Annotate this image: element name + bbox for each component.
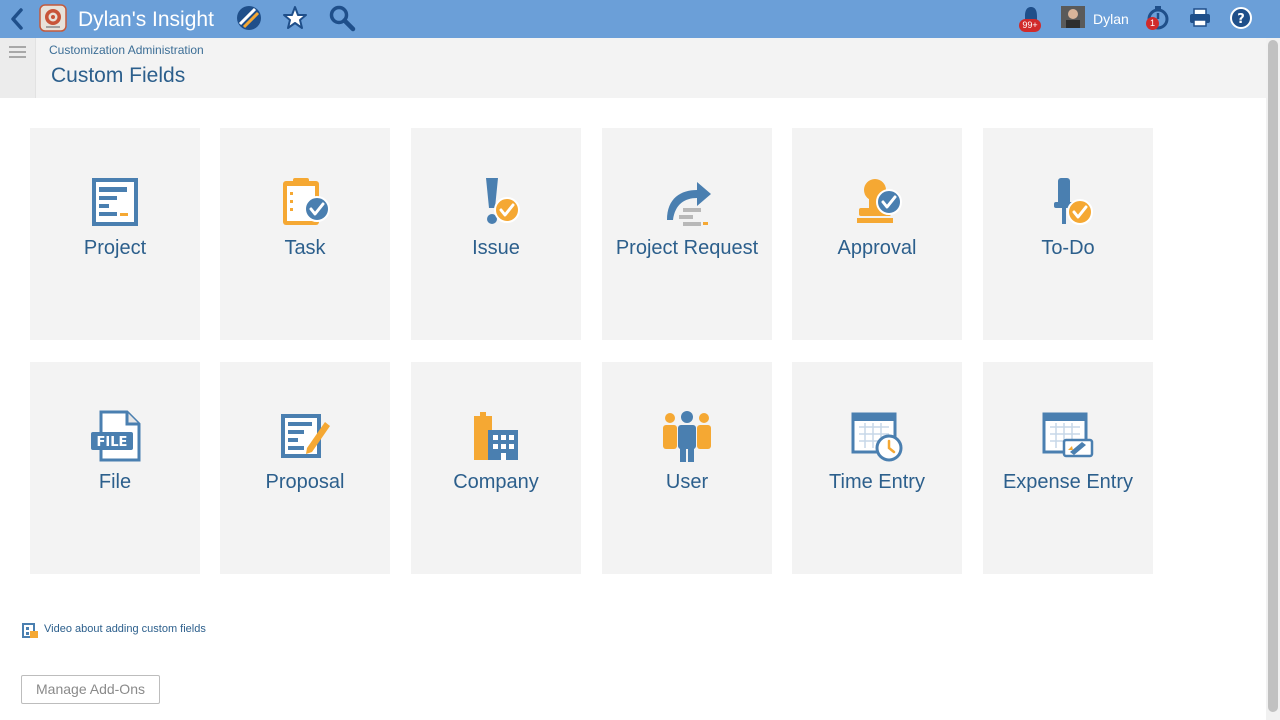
tile-label: File (98, 471, 132, 493)
tile-project-request[interactable]: Project Request (602, 128, 772, 340)
video-link-text[interactable]: Video about adding custom fields (44, 623, 206, 636)
printer-icon[interactable] (1186, 4, 1214, 32)
breadcrumb[interactable]: Customization Administration (49, 43, 204, 57)
tile-label: Proposal (265, 471, 345, 493)
tile-label: Issue (472, 237, 520, 259)
project-icon (92, 178, 138, 226)
scrollbar-thumb[interactable] (1268, 40, 1278, 712)
proposal-icon (281, 414, 330, 458)
todo-icon (1054, 178, 1093, 225)
tile-expense-entry[interactable]: Expense Entry (983, 362, 1153, 574)
tile-user[interactable]: User (602, 362, 772, 574)
tile-label: Company (453, 471, 539, 493)
file-icon-text: FILE (97, 435, 128, 450)
search-icon[interactable] (328, 4, 356, 32)
tile-project[interactable]: Project (30, 128, 200, 340)
file-icon: FILE (91, 410, 141, 462)
tile-label: Expense Entry (1002, 471, 1134, 493)
page-title: Custom Fields (51, 64, 186, 87)
video-icon (22, 623, 38, 638)
project-request-icon (667, 182, 711, 226)
help-icon[interactable]: ? (1227, 4, 1255, 32)
tile-issue[interactable]: Issue (411, 128, 581, 340)
company-icon (474, 412, 518, 460)
timer-badge: 1 (1146, 17, 1159, 30)
expense-entry-icon (1042, 412, 1094, 458)
vertical-scrollbar[interactable] (1266, 38, 1280, 720)
app-title[interactable]: Dylan's Insight (78, 7, 214, 33)
tile-company[interactable]: Company (411, 362, 581, 574)
back-arrow-icon[interactable] (6, 6, 28, 32)
avatar[interactable] (1061, 6, 1085, 28)
user-icon (663, 411, 711, 462)
tile-task[interactable]: Task (220, 128, 390, 340)
dashboard-icon[interactable] (235, 4, 263, 32)
tile-label: To-Do (1041, 237, 1095, 259)
approval-icon (857, 179, 902, 223)
tile-todo[interactable]: To-Do (983, 128, 1153, 340)
notifications-badge: 99+ (1019, 19, 1041, 32)
issue-icon (486, 178, 520, 224)
time-entry-icon (851, 412, 903, 462)
tile-file[interactable]: FILE File (30, 362, 200, 574)
tile-label: Project (83, 237, 147, 259)
tile-label: User (665, 471, 709, 493)
top-bar: Dylan's Insight 99+ Dylan 1 ? (0, 0, 1280, 38)
tile-proposal[interactable]: Proposal (220, 362, 390, 574)
tile-label: Time Entry (829, 471, 925, 493)
app-logo-icon[interactable] (39, 4, 67, 32)
user-name[interactable]: Dylan (1093, 10, 1129, 28)
tile-approval[interactable]: Approval (792, 128, 962, 340)
manage-addons-button[interactable]: Manage Add-Ons (21, 675, 160, 704)
hamburger-line (9, 46, 26, 48)
star-icon[interactable] (281, 4, 309, 32)
tile-label: Task (284, 237, 326, 259)
task-icon (283, 178, 330, 225)
hamburger-line (9, 51, 26, 53)
tile-label: Approval (837, 237, 917, 259)
tile-time-entry[interactable]: Time Entry (792, 362, 962, 574)
svg-text:?: ? (1237, 12, 1245, 27)
page-header: Customization Administration Custom Fiel… (0, 38, 1266, 98)
hamburger-menu-button[interactable] (0, 38, 36, 98)
hamburger-line (9, 56, 26, 58)
tile-label: Project Request (615, 237, 759, 259)
